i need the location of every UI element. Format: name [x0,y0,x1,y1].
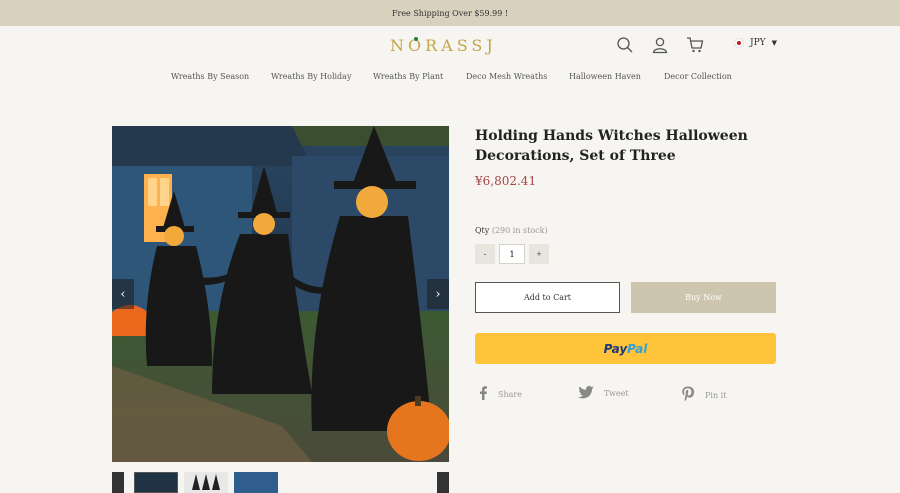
facebook-icon [478,386,488,402]
decrease-qty-button[interactable]: - [475,244,495,264]
gallery-next-button[interactable]: › [427,279,449,309]
pinterest-icon [681,386,695,404]
tweet-label: Tweet [604,389,629,398]
chevron-down-icon: ▼ [771,39,777,47]
logo-rest: RASSJ [425,36,497,55]
logo-dot-icon [414,37,418,41]
thumbnail-1[interactable] [134,472,178,493]
buy-now-button[interactable]: Buy Now [631,282,776,313]
paypal-button[interactable]: Pay Pal [475,333,776,364]
nav-wreaths-by-season[interactable]: Wreaths By Season [171,72,249,81]
gallery-prev-button[interactable]: ‹ [112,279,134,309]
paypal-pay-text: Pay [603,341,628,356]
japan-flag-icon [734,38,744,48]
currency-selector[interactable]: JPY ▼ [734,38,777,48]
share-pinterest[interactable]: Pin it [681,386,726,404]
site-header: NO RASSJ JPY ▼ [0,26,900,76]
add-to-cart-button[interactable]: Add to Cart [475,282,620,313]
quantity-label: Qty (290 in stock) [475,226,548,235]
announcement-text: Free Shipping Over $59.99 ! [391,8,509,18]
product-title: Holding Hands Witches Halloween Decorati… [475,128,748,164]
share-twitter[interactable]: Tweet [578,386,629,401]
stock-count: (290 in stock) [491,226,548,235]
product-main-image: ‹ › [112,126,449,462]
brand-logo[interactable]: NO RASSJ [390,36,497,55]
logo-letter-n: N [390,36,408,55]
product-price: ¥6,802.41 [475,174,537,188]
nav-wreaths-by-plant[interactable]: Wreaths By Plant [373,72,443,81]
quantity-input[interactable] [499,244,525,264]
logo-letter-o: O [408,36,426,55]
thumb-next-button[interactable] [437,472,449,493]
currency-code: JPY [750,38,766,48]
increase-qty-button[interactable]: + [529,244,549,264]
nav-deco-mesh-wreaths[interactable]: Deco Mesh Wreaths [466,72,547,81]
nav-decor-collection[interactable]: Decor Collection [664,72,732,81]
twitter-icon [578,386,594,401]
witches-photo [112,126,449,462]
thumbnail-2[interactable] [184,472,228,493]
cart-icon[interactable] [686,36,704,54]
thumbnail-3[interactable] [234,472,278,493]
thumb-prev-button[interactable] [112,472,124,493]
nav-halloween-haven[interactable]: Halloween Haven [569,72,641,81]
thumbnail-strip [112,472,449,493]
pin-label: Pin it [705,390,727,400]
paypal-pal-text: Pal [627,341,648,356]
account-icon[interactable] [651,36,669,54]
nav-wreaths-by-holiday[interactable]: Wreaths By Holiday [271,72,351,81]
announcement-bar: Free Shipping Over $59.99 ! [0,0,900,26]
qty-text: Qty [475,226,490,235]
share-facebook[interactable]: Share [478,386,522,402]
share-label: Share [498,389,522,399]
quantity-stepper: - + [475,244,549,264]
search-icon[interactable] [616,36,634,54]
